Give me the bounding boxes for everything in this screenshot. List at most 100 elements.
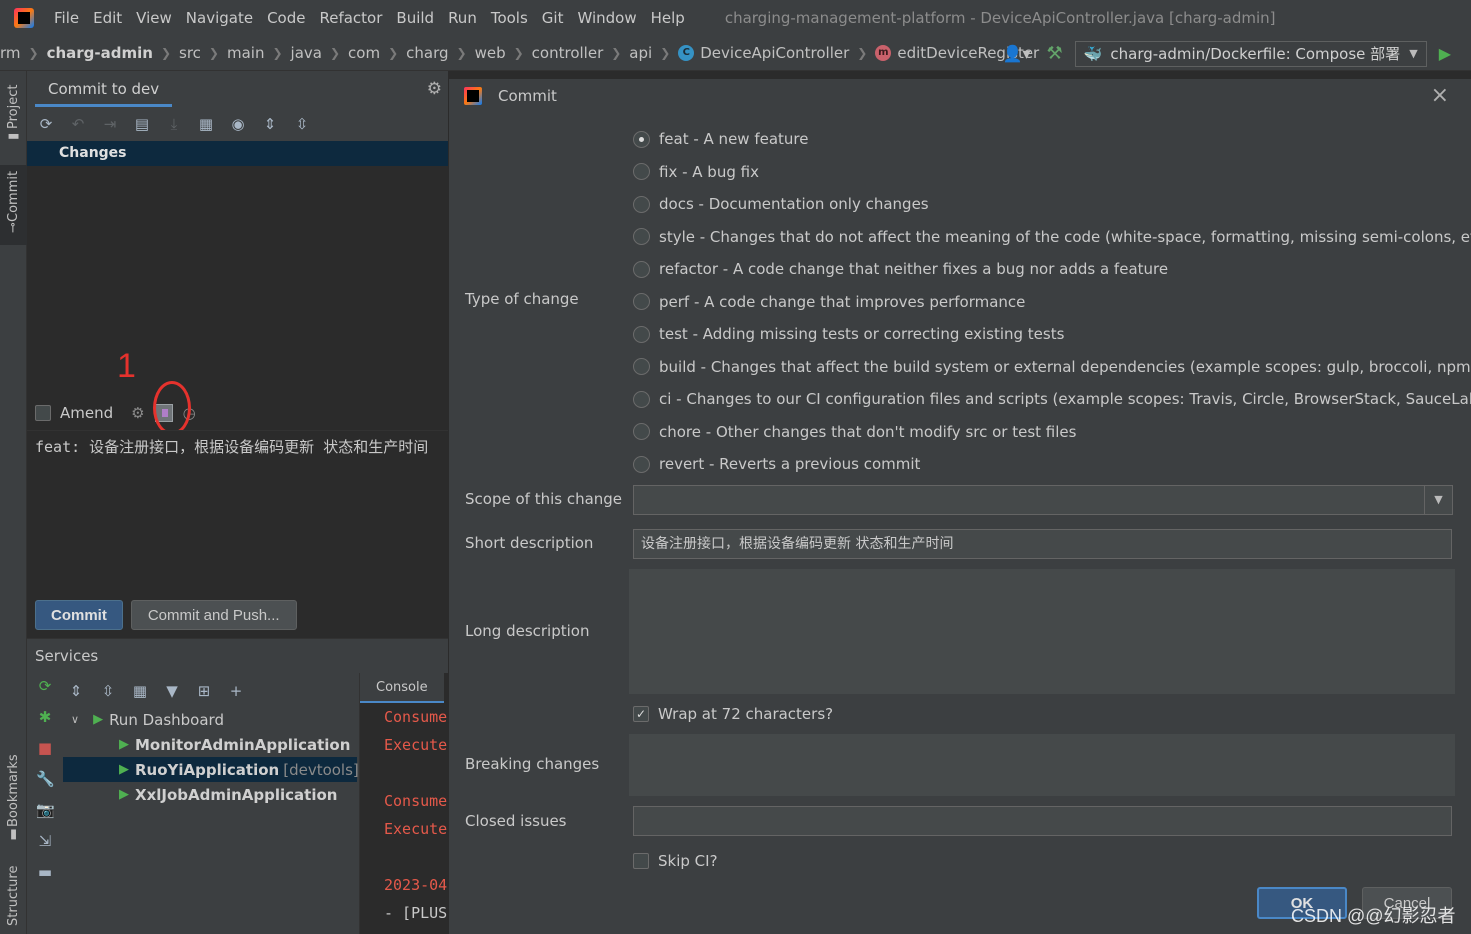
refresh-icon[interactable]: ⟳ bbox=[37, 115, 55, 133]
radio-button[interactable] bbox=[633, 228, 650, 246]
commit-options-gear-icon[interactable]: ⚙ bbox=[131, 404, 144, 422]
tab-commit-to-dev[interactable]: Commit to dev bbox=[35, 71, 173, 107]
wrap-checkbox[interactable]: ✓ bbox=[633, 706, 649, 722]
debug-icon[interactable]: ✱ bbox=[36, 708, 54, 726]
menu-build[interactable]: Build bbox=[396, 9, 434, 27]
radio-option[interactable]: perf - A code change that improves perfo… bbox=[633, 286, 1471, 319]
radio-option[interactable]: ci - Changes to our CI configuration fil… bbox=[633, 383, 1471, 416]
stripe-tab-structure[interactable]: Structure bbox=[0, 861, 27, 931]
amend-checkbox[interactable] bbox=[35, 405, 51, 421]
radio-option[interactable]: chore - Other changes that don't modify … bbox=[633, 416, 1471, 449]
diff-icon[interactable]: ▤ bbox=[133, 115, 151, 133]
closed-issues-input[interactable] bbox=[633, 806, 1452, 836]
short-description-input[interactable]: 设备注册接口，根据设备编码更新 状态和生产时间 bbox=[633, 529, 1452, 559]
open-new-tab-icon[interactable]: ⊞ bbox=[195, 682, 213, 700]
radio-option[interactable]: test - Adding missing tests or correctin… bbox=[633, 318, 1471, 351]
menu-run[interactable]: Run bbox=[448, 9, 477, 27]
radio-option[interactable]: build - Changes that affect the build sy… bbox=[633, 351, 1471, 384]
wrench-icon[interactable]: 🔧 bbox=[36, 770, 55, 788]
services-tool-window: Services ⟳ ✱ ■ 🔧 📷 ⇲ ▬ ⇕ ⇳ ▦ ▼ ⊞ + ∨ ▶ R… bbox=[27, 638, 448, 934]
menu-window[interactable]: Window bbox=[577, 9, 636, 27]
filter-icon[interactable]: ▼ bbox=[163, 682, 181, 700]
changes-node[interactable]: Changes bbox=[27, 141, 448, 166]
stripe-tab-project[interactable]: ▬ Project bbox=[0, 77, 27, 157]
add-icon[interactable]: + bbox=[227, 682, 245, 700]
radio-label: perf - A code change that improves perfo… bbox=[659, 292, 1026, 311]
radio-button[interactable] bbox=[633, 325, 650, 343]
rollback-icon[interactable]: ↶ bbox=[69, 115, 87, 133]
import-icon[interactable]: ⇲ bbox=[36, 832, 54, 850]
radio-button[interactable] bbox=[633, 390, 650, 408]
crumb-root[interactable]: rm bbox=[0, 44, 21, 62]
group-by-icon[interactable]: ▦ bbox=[131, 682, 149, 700]
radio-option[interactable]: style - Changes that do not affect the m… bbox=[633, 221, 1471, 254]
radio-button[interactable] bbox=[633, 293, 650, 311]
collapse-all-icon[interactable]: ⇳ bbox=[293, 115, 311, 133]
stripe-tab-bookmarks[interactable]: ▮ Bookmarks bbox=[0, 751, 27, 851]
commit-message-editor[interactable]: feat: 设备注册接口，根据设备编码更新 状态和生产时间 bbox=[27, 430, 448, 590]
tree-row-run-dashboard[interactable]: ∨ ▶ Run Dashboard bbox=[63, 707, 357, 732]
gear-icon[interactable]: ⚙ bbox=[427, 79, 442, 99]
tree-row-app-selected[interactable]: ▶ RuoYiApplication [devtools] bbox=[63, 757, 359, 782]
crumb-web[interactable]: web bbox=[475, 44, 506, 62]
menu-code[interactable]: Code bbox=[267, 9, 305, 27]
run-configuration-select[interactable]: 🐳 charg-admin/Dockerfile: Compose 部署 ▼ bbox=[1074, 40, 1427, 67]
radio-option[interactable]: refactor - A code change that neither fi… bbox=[633, 253, 1471, 286]
skip-ci-checkbox[interactable] bbox=[633, 853, 649, 869]
stop-icon[interactable]: ■ bbox=[36, 739, 54, 757]
radio-button[interactable] bbox=[633, 195, 650, 213]
crumb-api[interactable]: api bbox=[629, 44, 652, 62]
class-icon: C bbox=[678, 45, 695, 61]
menu-git[interactable]: Git bbox=[542, 9, 564, 27]
crumb-charg[interactable]: charg bbox=[406, 44, 448, 62]
commit-and-push-button[interactable]: Commit and Push... bbox=[130, 600, 297, 630]
crumb-java[interactable]: java bbox=[291, 44, 322, 62]
expand-all-icon[interactable]: ⇕ bbox=[67, 682, 85, 700]
radio-button[interactable] bbox=[633, 455, 650, 473]
radio-button[interactable] bbox=[633, 260, 650, 278]
group-by-icon[interactable]: ▦ bbox=[197, 115, 215, 133]
menu-view[interactable]: View bbox=[136, 9, 172, 27]
menu-navigate[interactable]: Navigate bbox=[186, 9, 253, 27]
radio-button[interactable] bbox=[633, 163, 650, 181]
commit-button[interactable]: Commit bbox=[35, 600, 123, 630]
hammer-build-icon[interactable]: ⚒ bbox=[1047, 43, 1063, 64]
radio-option[interactable]: docs - Documentation only changes bbox=[633, 188, 1471, 221]
close-icon[interactable]: × bbox=[1431, 83, 1449, 108]
camera-icon[interactable]: 📷 bbox=[36, 801, 55, 819]
menu-help[interactable]: Help bbox=[651, 9, 685, 27]
tree-row-app[interactable]: ▶ XxlJobAdminApplication bbox=[63, 782, 357, 807]
chevron-down-icon[interactable]: ▼ bbox=[1424, 486, 1452, 514]
stripe-tab-commit[interactable]: ⊸ Commit bbox=[0, 165, 27, 245]
radio-button[interactable] bbox=[633, 130, 650, 148]
radio-option[interactable]: fix - A bug fix bbox=[633, 156, 1471, 189]
collapse-all-icon[interactable]: ⇳ bbox=[99, 682, 117, 700]
radio-option[interactable]: revert - Reverts a previous commit bbox=[633, 448, 1471, 481]
shelve-icon[interactable]: ⤓ bbox=[165, 115, 183, 133]
move-changelist-icon[interactable]: ⇥ bbox=[101, 115, 119, 133]
menu-refactor[interactable]: Refactor bbox=[319, 9, 382, 27]
expand-all-icon[interactable]: ⇕ bbox=[261, 115, 279, 133]
crumb-src[interactable]: src bbox=[179, 44, 201, 62]
radio-button[interactable] bbox=[633, 358, 650, 376]
radio-button[interactable] bbox=[633, 423, 650, 441]
scope-combobox[interactable]: ▼ bbox=[633, 485, 1453, 515]
crumb-controller[interactable]: controller bbox=[532, 44, 604, 62]
crumb-com[interactable]: com bbox=[348, 44, 380, 62]
menu-tools[interactable]: Tools bbox=[491, 9, 528, 27]
run-play-icon[interactable]: ▶ bbox=[1439, 44, 1451, 63]
menu-file[interactable]: File bbox=[54, 9, 79, 27]
crumb-main[interactable]: main bbox=[227, 44, 264, 62]
menu-edit[interactable]: Edit bbox=[93, 9, 122, 27]
layout-icon[interactable]: ▬ bbox=[36, 863, 54, 881]
tree-row-app[interactable]: ▶ MonitorAdminApplication bbox=[63, 732, 357, 757]
tab-console[interactable]: Console bbox=[360, 673, 444, 703]
rerun-icon[interactable]: ⟳ bbox=[36, 677, 54, 695]
crumb-class[interactable]: C DeviceApiController bbox=[678, 44, 849, 62]
crumb-module[interactable]: charg-admin bbox=[47, 44, 153, 62]
user-icon[interactable]: 👤▾ bbox=[1003, 44, 1031, 63]
eye-icon[interactable]: ◉ bbox=[229, 115, 247, 133]
long-description-textarea[interactable] bbox=[629, 569, 1455, 694]
radio-option[interactable]: feat - A new feature bbox=[633, 123, 1471, 156]
breaking-changes-textarea[interactable] bbox=[629, 734, 1455, 796]
